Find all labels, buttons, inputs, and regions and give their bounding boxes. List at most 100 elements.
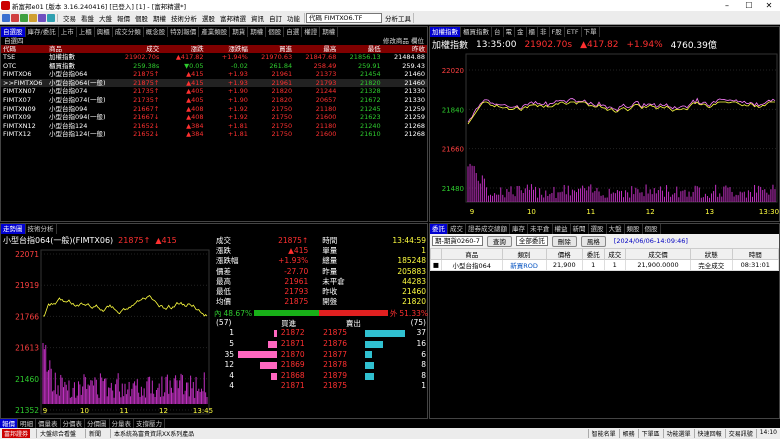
bottom-tab[interactable]: 明細 — [18, 419, 36, 428]
order-column-header[interactable] — [430, 248, 442, 260]
order-column-header[interactable]: 類別 — [501, 248, 547, 260]
status-right-item[interactable]: 功能選單 — [662, 429, 694, 438]
watchlist-tab[interactable]: 成交分類 — [113, 27, 144, 37]
table-row[interactable]: FIMTXN07 小型台指074 21735↑ ▲405 +1.90 21820 21244… — [1, 87, 427, 96]
bottom-tab[interactable]: 支撐壓力 — [134, 419, 165, 428]
book-row[interactable]: 1 21872 21875 37 — [214, 328, 428, 339]
futures-tab[interactable]: 走勢圖 — [1, 224, 26, 234]
close-button[interactable]: ✕ — [760, 0, 778, 11]
watchlist-tab[interactable]: 權證 — [302, 27, 321, 37]
order-tab[interactable]: 個股 — [643, 224, 661, 234]
settings-icon[interactable] — [47, 13, 55, 22]
star-icon[interactable] — [29, 13, 37, 22]
order-filter-select[interactable]: 全部委託 — [515, 236, 548, 246]
order-tab[interactable]: 成交 — [448, 224, 466, 234]
menu-item[interactable]: 大盤 — [97, 13, 114, 23]
index-tab[interactable]: 金 — [515, 27, 527, 37]
menu-item[interactable]: 資訊 — [249, 13, 266, 23]
status-right-item[interactable]: 交易訊號 — [724, 429, 756, 438]
column-header[interactable]: 最高 — [294, 45, 339, 53]
order-tab[interactable]: 類股 — [625, 224, 643, 234]
news-icon[interactable] — [38, 13, 46, 22]
bottom-tab[interactable]: 報價 — [0, 419, 18, 428]
watchlist-tab[interactable]: 概念股 — [144, 27, 169, 37]
bottom-tab[interactable]: 價量表 — [36, 419, 61, 428]
symbol-code-input[interactable]: 代碼 FIMTXO6.TF — [306, 12, 382, 23]
order-icon[interactable] — [11, 13, 19, 22]
order-row[interactable]: ■ 小型台指064 新買ROD 21,900 1 1 21,900.0000 完全成交 08:3… — [430, 259, 780, 271]
status-item[interactable]: 新聞 — [85, 429, 104, 438]
index-tab[interactable]: 下單 — [582, 27, 600, 37]
watchlist-tab[interactable]: 產業類股 — [199, 27, 231, 37]
futures-intraday-chart[interactable]: 22071 21919 21766 21613 21460 21352 9 10 11 12 13:… — [1, 246, 213, 420]
watchlist-tab[interactable]: 庫存/委託 — [26, 27, 59, 37]
watchlist-tab[interactable]: 期權 — [320, 27, 339, 37]
menu-item[interactable]: 選股 — [200, 13, 217, 23]
order-tab[interactable]: 大盤 — [607, 224, 625, 234]
table-row[interactable]: FIMTX12 小型台指124(一般) 21652↓ ▲384 +1.81 21750 21… — [1, 130, 427, 139]
table-row[interactable]: >>FIMTXO6 小型台指064(一般) 21875↑ ▲415 +1.93 21961… — [1, 78, 427, 88]
menu-item[interactable]: 個股 — [133, 13, 150, 23]
watchlist-tab[interactable]: 個股 — [266, 27, 285, 37]
style-button[interactable]: 風格 — [580, 235, 606, 247]
futures-tab[interactable]: 技術分析 — [26, 224, 57, 234]
table-row[interactable]: FIMTXN12 小型台指124 21652↓ ▲384 +1.81 21750 21180… — [1, 122, 427, 131]
column-header[interactable]: 商品 — [47, 45, 117, 53]
table-row[interactable]: FIMTXO6 小型台指064 21875↑ ▲415 +1.93 21961 21373 2… — [1, 70, 427, 79]
index-tab[interactable]: 電 — [504, 27, 515, 37]
order-column-header[interactable]: 價格 — [545, 248, 584, 260]
analysis-tools-menu[interactable]: 分析工具 — [383, 12, 414, 23]
order-column-header[interactable]: 時間 — [731, 248, 780, 260]
chart-icon[interactable] — [20, 13, 28, 22]
watchlist-tab[interactable]: 期貨 — [230, 27, 249, 37]
index-tab[interactable]: 台 — [492, 27, 504, 37]
order-column-header[interactable]: 成交價 — [624, 248, 692, 260]
index-tab[interactable]: 櫃買指數 — [461, 27, 492, 37]
book-row[interactable]: 12 21869 21878 8 — [214, 360, 428, 371]
bottom-tab[interactable]: 分量表 — [110, 419, 134, 428]
menu-item[interactable]: 交易 — [61, 13, 78, 23]
home-icon[interactable] — [2, 13, 10, 22]
status-right-item[interactable]: 智能名單 — [587, 429, 619, 438]
order-column-header[interactable]: 狀態 — [690, 248, 733, 260]
watchlist-tab[interactable]: 自選 — [284, 27, 303, 37]
status-item[interactable]: 大盤綜合看盤 — [36, 429, 79, 438]
minimize-button[interactable]: – — [718, 0, 736, 11]
bottom-tab[interactable]: 分價圖 — [85, 419, 110, 428]
menu-item[interactable]: 功能 — [285, 13, 302, 23]
order-column-header[interactable]: 成交 — [603, 248, 626, 260]
column-header[interactable]: 買進 — [249, 45, 295, 53]
order-tab[interactable]: 證券成交總額 — [466, 224, 510, 234]
index-tab[interactable]: 櫃 — [527, 27, 538, 37]
maximize-button[interactable]: ☐ — [740, 0, 758, 11]
order-tab[interactable]: 未平倉 — [528, 224, 553, 234]
order-tab[interactable]: 選股 — [589, 224, 607, 234]
order-column-header[interactable]: 商品 — [440, 248, 503, 260]
menu-item[interactable]: 看盤 — [79, 13, 96, 23]
column-header[interactable]: 昨收 — [382, 45, 427, 53]
order-tab[interactable]: 庫存 — [510, 224, 528, 234]
menu-item[interactable]: 富邦精選 — [218, 13, 248, 23]
book-row[interactable]: 35 21870 21877 6 — [214, 350, 428, 361]
order-column-header[interactable]: 委託 — [582, 248, 605, 260]
index-tab[interactable]: 加權指數 — [430, 27, 461, 37]
table-row[interactable]: FIMTX09 小型台指094(一般) 21667↓ ▲408 +1.92 21750 21… — [1, 113, 427, 122]
query-button[interactable]: 查詢 — [486, 235, 512, 247]
table-row[interactable]: TSE 加權指數 21902.70s ▲417.82 +1.94% 21970.63 218… — [1, 53, 427, 62]
account-select[interactable]: 期-期貨0260-7 — [432, 236, 483, 246]
status-right-item[interactable]: 下單區 — [637, 429, 663, 438]
column-header[interactable]: 漲跌幅 — [205, 45, 250, 53]
status-right-item[interactable]: 14:10 — [755, 429, 780, 438]
order-tab[interactable]: 委託 — [430, 224, 448, 234]
table-row[interactable]: FIMTX07 小型台指074(一般) 21735↑ ▲405 +1.90 21820 20… — [1, 96, 427, 105]
book-row[interactable]: 4 21868 21879 8 — [214, 371, 428, 382]
menu-item[interactable]: 自訂 — [267, 13, 284, 23]
table-row[interactable]: FIMTXN09 小型台指094 21667↑ ▲408 +1.92 21750 21180… — [1, 105, 427, 114]
watchlist-tab[interactable]: 上市 — [59, 27, 77, 37]
index-tab[interactable]: 非 — [538, 27, 550, 37]
index-tab[interactable]: ETF — [565, 27, 582, 37]
watchlist-tab[interactable]: 上櫃 — [77, 27, 95, 37]
book-row[interactable]: 5 21871 21876 16 — [214, 339, 428, 350]
menu-item[interactable]: 報價 — [115, 13, 132, 23]
watchlist-tab[interactable]: 興櫃 — [95, 27, 113, 37]
